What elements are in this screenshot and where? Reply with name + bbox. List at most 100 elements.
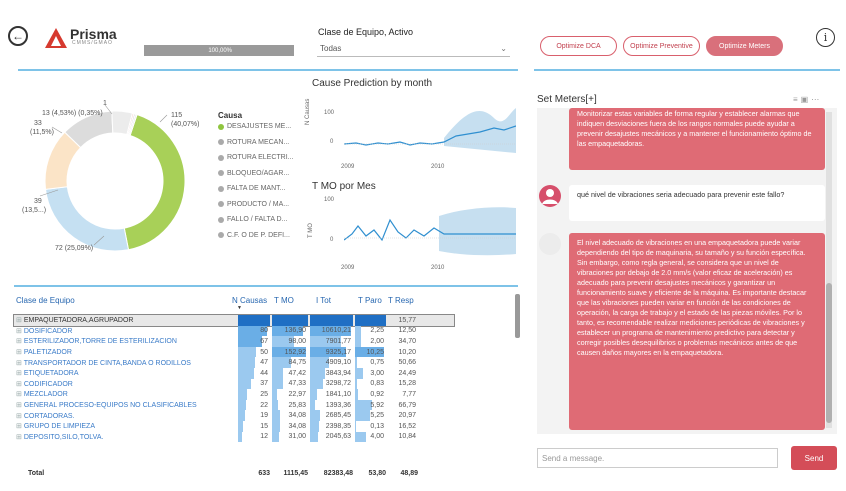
row-expand-and-name[interactable]: ⊞ ESTERILIZADOR,TORRE DE ESTERILIZACION: [14, 337, 232, 345]
legend-dot-icon: [218, 139, 224, 145]
legend-dot-icon: [218, 232, 224, 238]
divider-left: [18, 69, 518, 71]
chat-history[interactable]: Monitorizar estas variables de forma reg…: [537, 108, 837, 434]
row-expand-and-name[interactable]: ⊞ CODIFICADOR: [14, 380, 232, 388]
legend-item[interactable]: ROTURA MECAN...: [218, 139, 289, 146]
user-message: qué nivel de vibraciones seria adecuado …: [569, 185, 825, 221]
send-button[interactable]: Send: [791, 446, 837, 470]
y-tick: 0: [330, 237, 334, 243]
legend-item[interactable]: C.F. O DE P. DEFI...: [218, 232, 290, 239]
message-input[interactable]: Send a message.: [537, 448, 778, 468]
expand-icon[interactable]: ⊞: [16, 317, 24, 324]
back-button[interactable]: ←: [8, 26, 28, 46]
row-expand-and-name[interactable]: ⊞ GRUPO DE LIMPIEZA: [14, 422, 232, 430]
table-row[interactable]: ⊞ DOSIFICADOR 80 136,90 10610,21 2,25 12,50: [14, 325, 454, 337]
table-row[interactable]: ⊞ ETIQUETADORA 44 47,42 3843,94 3,00 24,49: [14, 368, 454, 379]
table-row[interactable]: ⊞ GENERAL PROCESO-EQUIPOS NO CLASIFICABL…: [14, 399, 454, 411]
legend-item[interactable]: DESAJUSTES ME...: [218, 123, 291, 130]
donut-label: 1: [103, 100, 107, 107]
chat-scroll-thumb[interactable]: [826, 283, 832, 423]
table-row[interactable]: ⊞ PALETIZADOR 50 152,92 9325,17 10,25 10,20: [14, 346, 454, 358]
x-tick: 2010: [431, 164, 445, 170]
row-expand-and-name[interactable]: ⊞ PALETIZADOR: [14, 348, 232, 356]
col-header[interactable]: I Tot: [316, 296, 331, 305]
total-label: Total: [28, 469, 45, 477]
table-row[interactable]: ⊞ CODIFICADOR 37 47,33 3298,72 0,83 15,28: [14, 378, 454, 390]
row-name: MEZCLADOR: [23, 391, 68, 399]
expand-icon[interactable]: ⊞: [16, 370, 24, 377]
expand-icon[interactable]: ⊞: [16, 402, 24, 409]
expand-icon[interactable]: ⊞: [16, 349, 24, 356]
legend-dot-icon: [218, 216, 224, 223]
tmo-line-chart: [344, 207, 516, 256]
expand-icon[interactable]: ⊞: [16, 328, 24, 335]
legend-label: ROTURA ELECTRI...: [227, 154, 294, 161]
total-tmo: 1115,45: [283, 469, 308, 477]
row-expand-and-name[interactable]: ⊞ DEPOSITO,SILO,TOLVA.: [14, 433, 232, 441]
table-row[interactable]: ⊞ CORTADORAS. 19 34,08 2685,45 5,25 20,97: [14, 410, 454, 421]
table-row[interactable]: ⊞ TRANSPORTADOR DE CINTA,BANDA O RODILLO…: [14, 357, 454, 368]
row-expand-and-name[interactable]: ⊞ MEZCLADOR: [14, 390, 232, 398]
row-name: PALETIZADOR: [23, 349, 72, 357]
donut-slice[interactable]: [123, 113, 186, 251]
table-row[interactable]: ⊞ DEPOSITO,SILO,TOLVA. 12 31,00 2045,63 4,00…: [14, 431, 454, 443]
col-header[interactable]: T Resp: [388, 296, 414, 305]
table-row[interactable]: ⊞ MEZCLADOR 25 22,97 1841,10 0,92 7,77: [14, 389, 454, 400]
legend-label: DESAJUSTES ME...: [227, 123, 292, 130]
cell-n: 67: [260, 337, 268, 345]
row-expand-and-name[interactable]: ⊞ EMPAQUETADORA,AGRUPADOR: [14, 316, 232, 324]
optimize-preventive-button[interactable]: Optimize Preventive: [623, 36, 700, 56]
divider-right: [534, 69, 840, 71]
cell-tparo: 2,25: [370, 327, 384, 335]
info-icon[interactable]: i: [816, 28, 835, 47]
legend-item[interactable]: PRODUCTO / MA...: [218, 201, 289, 208]
expand-icon[interactable]: ⊞: [16, 413, 24, 420]
donut-label: (13,5...): [22, 207, 47, 214]
donut-slice[interactable]: [44, 186, 130, 252]
legend-dot-icon: [218, 154, 224, 161]
tmo-chart-ylabel: T MO: [308, 223, 314, 238]
row-expand-and-name[interactable]: ⊞ DOSIFICADOR: [14, 327, 232, 335]
legend-item[interactable]: FALTA DE MANT...: [218, 185, 285, 192]
optimize-dca-button[interactable]: Optimize DCA: [540, 36, 617, 56]
row-expand-and-name[interactable]: ⊞ TRANSPORTADOR DE CINTA,BANDA O RODILLO…: [14, 359, 232, 367]
cell-tmo: 47,42: [288, 369, 306, 377]
col-header[interactable]: Clase de Equipo: [16, 296, 75, 305]
progress-bar: 100,00%: [144, 45, 294, 56]
chat-toolbar[interactable]: ≡▣⋯: [793, 95, 822, 104]
col-header[interactable]: T MO: [274, 296, 294, 305]
legend-item[interactable]: BLOQUEO/AGAR...: [218, 170, 289, 177]
expand-icon[interactable]: ⊞: [16, 391, 24, 398]
expand-icon[interactable]: ⊞: [16, 423, 24, 430]
legend-item[interactable]: FALLO / FALTA D...: [218, 216, 287, 223]
filter-value: Todas: [320, 44, 342, 53]
cell-tmo: 47,33: [288, 380, 306, 388]
row-expand-and-name[interactable]: ⊞ ETIQUETADORA: [14, 369, 232, 377]
legend-label: ROTURA MECAN...: [227, 138, 290, 146]
filter-select[interactable]: Todas ⌄: [317, 41, 510, 57]
x-tick: 2009: [341, 265, 355, 271]
table-row[interactable]: ⊞ ESTERILIZADOR,TORRE DE ESTERILIZACION 6…: [14, 336, 454, 347]
expand-icon[interactable]: ⊞: [16, 338, 24, 345]
row-name: GRUPO DE LIMPIEZA: [23, 423, 95, 431]
cell-n: 37: [260, 380, 268, 388]
cell-tmo: 152,92: [284, 348, 306, 356]
cell-n: 47: [260, 359, 268, 367]
row-expand-and-name[interactable]: ⊞ GENERAL PROCESO-EQUIPOS NO CLASIFICABL…: [14, 401, 232, 409]
legend-item[interactable]: ROTURA ELECTRI...: [218, 154, 294, 161]
expand-icon[interactable]: ⊞: [16, 381, 24, 388]
cell-tparo: 5,25: [370, 412, 384, 420]
expand-icon[interactable]: ⊞: [16, 360, 24, 367]
optimize-meters-button[interactable]: Optimize Meters: [706, 36, 783, 56]
table-row[interactable]: ⊞ GRUPO DE LIMPIEZA 15 34,08 2398,35 0,13 16,…: [14, 421, 454, 432]
donut-label: 33: [34, 120, 42, 127]
table-row[interactable]: ⊞ EMPAQUETADORA,AGRUPADOR 15,77: [13, 314, 455, 327]
row-expand-and-name[interactable]: ⊞ CORTADORAS.: [14, 412, 232, 420]
cell-tparo: 0,13: [370, 422, 384, 430]
col-header[interactable]: N Causas: [232, 296, 267, 305]
table-scrollbar[interactable]: [515, 294, 520, 338]
col-header[interactable]: T Paro: [358, 296, 382, 305]
sort-desc-icon: ▼: [237, 305, 242, 311]
expand-icon[interactable]: ⊞: [16, 434, 24, 441]
cell-n: 25: [260, 390, 268, 398]
